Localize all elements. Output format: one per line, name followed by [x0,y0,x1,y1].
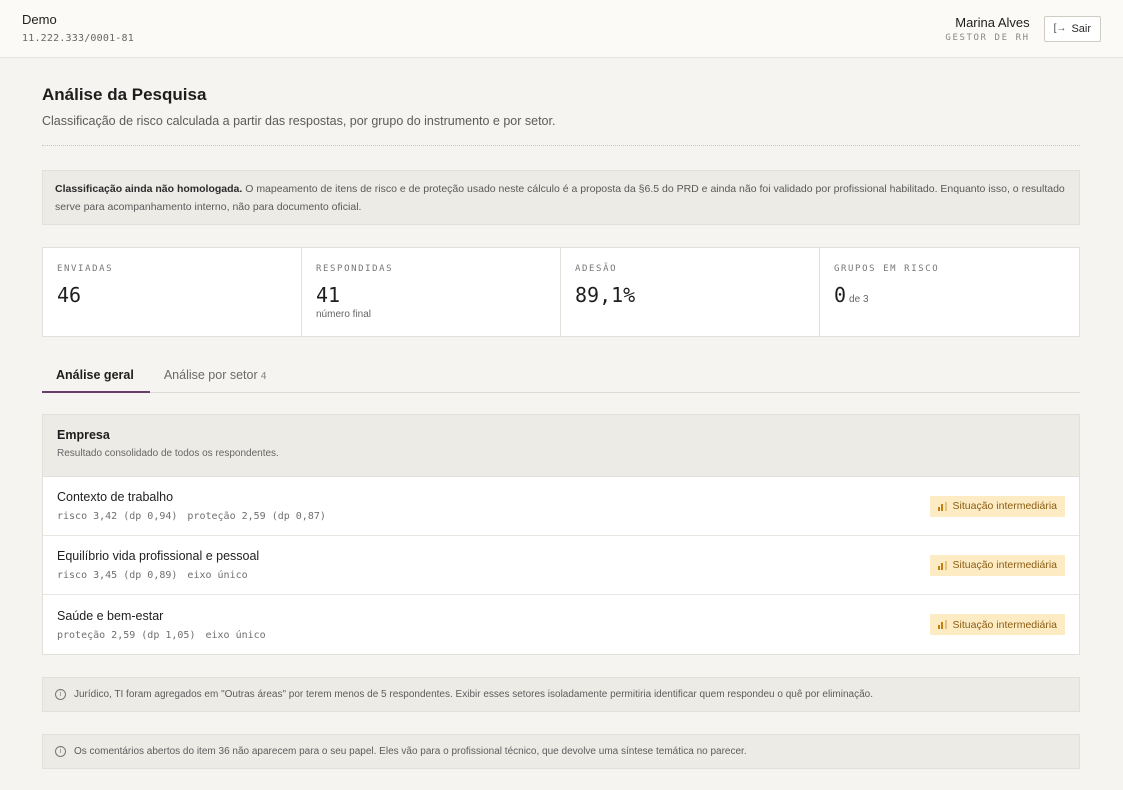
group-stats: risco 3,45 (dp 0,89) eixo único [57,570,259,581]
stat-value: 89,1% [575,283,636,307]
group-stat: risco 3,45 (dp 0,89) [57,570,178,581]
group-name: Saúde e bem-estar [57,608,164,623]
stat-value: 46 [57,283,82,307]
tab-label: Análise por setor [163,368,258,382]
aggregation-info: i Jurídico, TI foram agregados em "Outra… [42,677,1080,712]
company-id: 11.222.333/0001-81 [22,32,134,44]
top-bar: Demo 11.222.333/0001-81 Marina Alves GES… [0,0,1123,58]
stat-label: GRUPOS EM RISCO [834,264,940,274]
group-name: Equilíbrio vida profissional e pessoal [57,549,260,563]
group-stat: proteção 2,59 (dp 0,87) [187,511,326,522]
comments-info: i Os comentários abertos do item 36 não … [42,734,1080,769]
divider [42,145,1080,146]
group-row: Contexto de trabalho risco 3,42 (dp 0,94… [43,477,1079,536]
panel-header: Empresa Resultado consolidado de todos o… [43,415,1079,477]
analysis-tabs: Análise geral Análise por setor 4 [42,360,1080,393]
page-title: Análise da Pesquisa [42,85,207,104]
group-row: Equilíbrio vida profissional e pessoal r… [43,536,1079,595]
group-stat: risco 3,42 (dp 0,94) [57,511,178,522]
user-info: Marina Alves GESTOR DE RH [945,15,1029,43]
group-info: Contexto de trabalho risco 3,42 (dp 0,94… [57,490,326,522]
stat-suffix: de 3 [849,294,869,305]
stat-value: 41 [316,283,341,307]
info-text: Jurídico, TI foram agregados em "Outras … [74,689,873,700]
group-stat: eixo único [205,629,266,641]
user-role: GESTOR DE RH [945,32,1030,43]
group-info: Equilíbrio vida profissional e pessoal r… [57,549,259,581]
panel-title: Empresa [57,428,110,442]
company-name: Demo [22,11,57,27]
group-stats: risco 3,42 (dp 0,94) proteção 2,59 (dp 0,… [57,511,326,522]
stat-value: 0 [834,283,847,307]
info-icon: i [55,689,66,700]
user-block: Marina Alves GESTOR DE RH [→ Sair [945,15,1101,43]
stat-label: RESPONDIDAS [316,264,394,274]
signal-bars-icon [937,560,947,570]
status-badge: Situação intermediária [929,495,1065,517]
logout-button[interactable]: [→ Sair [1043,15,1101,42]
tab-general-analysis[interactable]: Análise geral [42,360,150,393]
stat-label: ENVIADAS [57,264,114,274]
panel-description: Resultado consolidado de todos os respon… [57,448,279,459]
signal-bars-icon [937,501,947,511]
company-panel: Empresa Resultado consolidado de todos o… [42,414,1080,655]
stat-label: ADESÃO [575,264,618,274]
stat-value-wrap: 0 de 3 [834,283,1065,307]
status-badge: Situação intermediária [929,614,1065,635]
stat-answered: RESPONDIDAS 41 número final [302,248,561,336]
group-stat: eixo único [187,570,248,581]
stat-adherence: ADESÃO 89,1% [561,248,820,336]
homologation-notice: Classificação ainda não homologada. O ma… [42,170,1080,225]
status-badge: Situação intermediária [929,554,1065,576]
info-icon: i [55,746,66,757]
info-text: Os comentários abertos do item 36 não ap… [74,746,747,757]
logout-label: Sair [1071,22,1091,35]
stat-note: número final [316,309,372,320]
logout-icon: [→ [1053,23,1067,34]
signal-bars-icon [937,620,947,629]
notice-title: Classificação ainda não homologada. [55,183,243,195]
main-content: Análise da Pesquisa Classificação de ris… [0,85,1123,769]
user-name: Marina Alves [955,14,1030,30]
group-info: Saúde e bem-estar proteção 2,59 (dp 1,05… [57,609,266,641]
stat-sent: ENVIADAS 46 [43,248,302,336]
stats-summary: ENVIADAS 46 RESPONDIDAS 41 número final … [42,247,1080,337]
page-subtitle: Classificação de risco calculada a parti… [42,114,556,128]
group-row: Saúde e bem-estar proteção 2,59 (dp 1,05… [43,595,1079,654]
group-name: Contexto de trabalho [57,490,174,504]
tab-sector-analysis[interactable]: Análise por setor 4 [164,360,267,393]
tab-count: 4 [260,371,267,382]
badge-label: Situação intermediária [952,618,1057,631]
badge-label: Situação intermediária [952,559,1057,571]
company-block: Demo 11.222.333/0001-81 [22,11,134,44]
tab-label: Análise geral [56,368,134,382]
stat-groups-at-risk: GRUPOS EM RISCO 0 de 3 [820,248,1079,336]
group-stats: proteção 2,59 (dp 1,05) eixo único [57,630,266,641]
group-stat: proteção 2,59 (dp 1,05) [57,629,196,641]
badge-label: Situação intermediária [952,500,1057,512]
